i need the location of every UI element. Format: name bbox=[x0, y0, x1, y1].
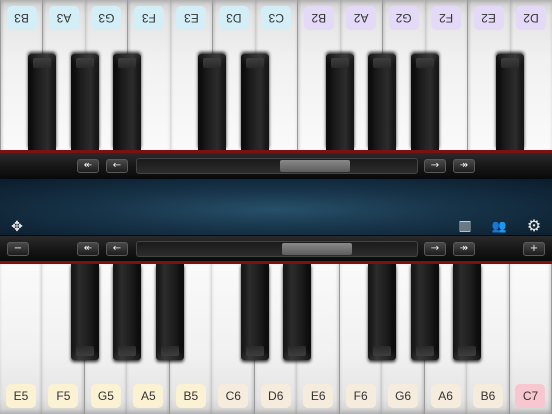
keyboard-layout-icon[interactable]: ▥ bbox=[456, 217, 474, 235]
top-black-key[interactable] bbox=[368, 54, 397, 150]
bottom-key-label: F5 bbox=[48, 384, 79, 408]
users-icon[interactable]: 👥 bbox=[490, 217, 508, 235]
bottom-keyboard: E5 F5 G5 A5 B5 C6 D6 E6 F6 G6 A6 B6 C7 bbox=[0, 264, 552, 414]
bottom-black-key[interactable] bbox=[283, 264, 312, 360]
bottom-black-key[interactable] bbox=[410, 264, 439, 360]
bottom-key-label: E5 bbox=[5, 384, 36, 408]
top-step-right-button[interactable]: → bbox=[424, 159, 446, 173]
bottom-key-label: B6 bbox=[473, 384, 504, 408]
bottom-step-left-button[interactable]: ← bbox=[106, 242, 128, 256]
bottom-step-right-button[interactable]: → bbox=[424, 242, 446, 256]
bottom-key-label: B5 bbox=[175, 384, 206, 408]
top-key-label: E2 bbox=[473, 6, 504, 30]
bottom-key-label: G6 bbox=[388, 384, 419, 408]
top-keyboard-scroll-track[interactable] bbox=[136, 158, 418, 174]
top-key-label: C3 bbox=[261, 6, 292, 30]
top-key-label: A3 bbox=[48, 6, 79, 30]
top-keyboard: D2 E2 F2 G2 A2 B2 C3 D3 E3 F3 G3 A3 B3 bbox=[0, 0, 552, 150]
zoom-out-button[interactable]: − bbox=[7, 242, 29, 256]
top-black-key[interactable] bbox=[495, 54, 524, 150]
top-black-key[interactable] bbox=[28, 54, 57, 150]
top-black-key[interactable] bbox=[113, 54, 142, 150]
top-key-label: B3 bbox=[6, 6, 37, 30]
top-key-label: G3 bbox=[91, 6, 122, 30]
top-black-key[interactable] bbox=[70, 54, 99, 150]
bottom-black-key[interactable] bbox=[155, 264, 184, 360]
bottom-black-key[interactable] bbox=[453, 264, 482, 360]
top-key-label: E3 bbox=[176, 6, 207, 30]
bottom-key-label: E6 bbox=[303, 384, 334, 408]
bottom-black-key[interactable] bbox=[368, 264, 397, 360]
bottom-black-key[interactable] bbox=[70, 264, 99, 360]
bottom-key-label: C6 bbox=[218, 384, 249, 408]
settings-gear-icon[interactable]: ⚙ bbox=[525, 217, 543, 235]
bottom-key-label: G5 bbox=[90, 384, 121, 408]
top-step-left-button[interactable]: ← bbox=[106, 159, 128, 173]
top-black-key[interactable] bbox=[410, 54, 439, 150]
bottom-scroll-bar: − ↞ ← → ↠ + bbox=[0, 236, 552, 264]
top-scroll-bar: ↞ ← → ↠ bbox=[0, 150, 552, 178]
top-black-key[interactable] bbox=[240, 54, 269, 150]
top-key-label: B2 bbox=[303, 6, 334, 30]
bottom-white-key[interactable]: E5 bbox=[0, 264, 43, 414]
bottom-keyboard-scroll-thumb[interactable] bbox=[281, 243, 352, 255]
bottom-black-key[interactable] bbox=[113, 264, 142, 360]
bottom-page-left-button[interactable]: ↞ bbox=[77, 242, 99, 256]
bottom-white-key[interactable]: C7 bbox=[509, 264, 552, 414]
bottom-key-label: D6 bbox=[260, 384, 291, 408]
move-icon[interactable]: ✥ bbox=[8, 218, 26, 236]
top-page-left-button[interactable]: ↞ bbox=[77, 159, 99, 173]
top-key-label: D2 bbox=[516, 6, 547, 30]
top-key-label: F3 bbox=[133, 6, 164, 30]
top-keyboard-scroll-thumb[interactable] bbox=[279, 160, 350, 172]
top-key-label: D3 bbox=[218, 6, 249, 30]
top-black-key[interactable] bbox=[198, 54, 227, 150]
bottom-key-label: A5 bbox=[133, 384, 164, 408]
bottom-keyboard-scroll-track[interactable] bbox=[136, 241, 418, 257]
top-black-key[interactable] bbox=[325, 54, 354, 150]
control-panel: ✥ ▥ 👥 ⚙ bbox=[0, 178, 552, 236]
bottom-key-label: F6 bbox=[345, 384, 376, 408]
bottom-page-right-button[interactable]: ↠ bbox=[453, 242, 475, 256]
bottom-key-label: C7 bbox=[515, 384, 546, 408]
top-key-label: F2 bbox=[431, 6, 462, 30]
bottom-key-label: A6 bbox=[430, 384, 461, 408]
zoom-in-button[interactable]: + bbox=[523, 242, 545, 256]
bottom-black-key[interactable] bbox=[240, 264, 269, 360]
top-page-right-button[interactable]: ↠ bbox=[453, 159, 475, 173]
top-key-label: G2 bbox=[388, 6, 419, 30]
top-key-label: A2 bbox=[346, 6, 377, 30]
